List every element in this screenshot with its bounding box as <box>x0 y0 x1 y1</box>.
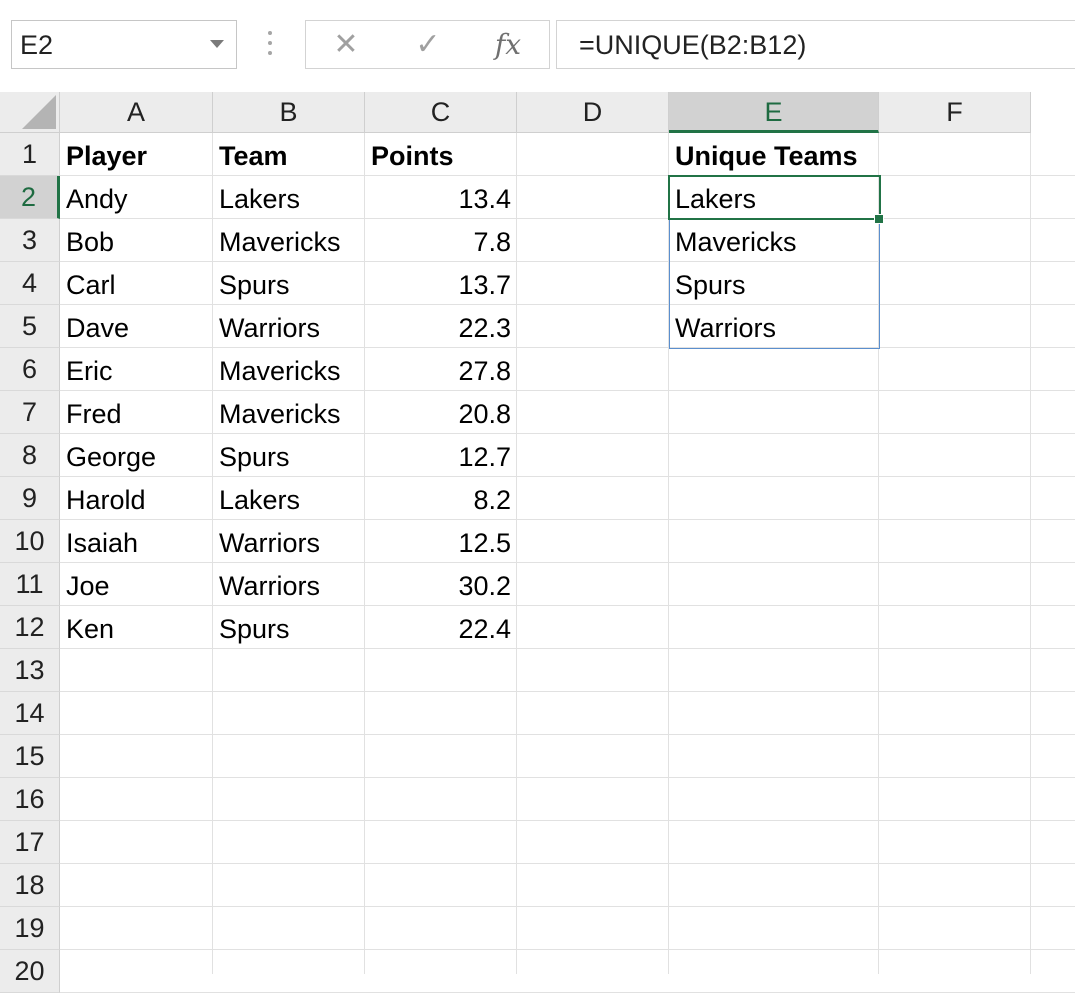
grid-hline <box>60 691 1075 692</box>
insert-function-button[interactable]: fx <box>478 21 538 68</box>
row-header-6[interactable]: 6 <box>0 348 60 391</box>
formula-text[interactable]: =UNIQUE(B2:B12) <box>579 30 806 61</box>
row-header-10[interactable]: 10 <box>0 520 60 563</box>
team-cell[interactable]: Warriors <box>213 563 365 606</box>
close-icon[interactable]: ✕ <box>316 21 376 68</box>
row-header-1[interactable]: 1 <box>0 133 60 176</box>
player-cell[interactable]: Bob <box>60 219 213 262</box>
row-header-14[interactable]: 14 <box>0 692 60 735</box>
row-header-15[interactable]: 15 <box>0 735 60 778</box>
header-cell[interactable]: Player <box>60 133 213 176</box>
column-header-e[interactable]: E <box>669 92 879 133</box>
player-cell[interactable]: Eric <box>60 348 213 391</box>
checkmark-icon[interactable]: ✓ <box>398 21 458 68</box>
chevron-down-icon[interactable] <box>210 40 224 48</box>
row-header-8[interactable]: 8 <box>0 434 60 477</box>
team-cell[interactable]: Spurs <box>213 262 365 305</box>
header-cell[interactable]: Team <box>213 133 365 176</box>
select-all-icon[interactable] <box>22 95 56 129</box>
player-cell[interactable]: Ken <box>60 606 213 649</box>
row-header-9[interactable]: 9 <box>0 477 60 520</box>
row-header-13[interactable]: 13 <box>0 649 60 692</box>
points-cell[interactable]: 27.8 <box>365 348 517 391</box>
name-box-value[interactable]: E2 <box>20 30 53 61</box>
header-cell[interactable]: Points <box>365 133 517 176</box>
row-header-18[interactable]: 18 <box>0 864 60 907</box>
select-all-button[interactable] <box>0 92 60 133</box>
points-cell[interactable]: 30.2 <box>365 563 517 606</box>
column-header-c[interactable]: C <box>365 92 517 133</box>
row-header-12[interactable]: 12 <box>0 606 60 649</box>
row-header-17[interactable]: 17 <box>0 821 60 864</box>
points-cell[interactable]: 13.7 <box>365 262 517 305</box>
column-header-a[interactable]: A <box>60 92 213 133</box>
team-cell[interactable]: Lakers <box>213 176 365 219</box>
name-box[interactable]: E2 <box>11 20 237 69</box>
team-cell[interactable]: Mavericks <box>213 391 365 434</box>
team-cell[interactable]: Lakers <box>213 477 365 520</box>
points-cell[interactable]: 13.4 <box>365 176 517 219</box>
team-cell[interactable]: Spurs <box>213 434 365 477</box>
player-cell[interactable]: Harold <box>60 477 213 520</box>
grid-hline <box>60 906 1075 907</box>
team-cell[interactable]: Mavericks <box>213 219 365 262</box>
grid-hline <box>60 949 1075 950</box>
player-cell[interactable]: Andy <box>60 176 213 219</box>
row-header-3[interactable]: 3 <box>0 219 60 262</box>
drag-handle-icon[interactable] <box>267 31 273 59</box>
grid-vline <box>1030 133 1031 974</box>
team-cell[interactable]: Warriors <box>213 305 365 348</box>
row-header-16[interactable]: 16 <box>0 778 60 821</box>
grid-hline <box>60 734 1075 735</box>
player-cell[interactable]: George <box>60 434 213 477</box>
column-header-b[interactable]: B <box>213 92 365 133</box>
unique-header-cell[interactable]: Unique Teams <box>669 133 879 176</box>
points-cell[interactable]: 8.2 <box>365 477 517 520</box>
grid-hline <box>60 777 1075 778</box>
formula-buttons: ✕ ✓ fx <box>305 20 550 69</box>
formula-input[interactable]: =UNIQUE(B2:B12) <box>556 20 1075 69</box>
row-header-2[interactable]: 2 <box>0 176 60 219</box>
grid-hline <box>60 863 1075 864</box>
row-header-11[interactable]: 11 <box>0 563 60 606</box>
active-cell-border <box>668 175 881 220</box>
fill-handle[interactable] <box>874 214 884 224</box>
row-header-20[interactable]: 20 <box>0 950 60 993</box>
points-cell[interactable]: 12.7 <box>365 434 517 477</box>
points-cell[interactable]: 7.8 <box>365 219 517 262</box>
player-cell[interactable]: Dave <box>60 305 213 348</box>
points-cell[interactable]: 20.8 <box>365 391 517 434</box>
team-cell[interactable]: Spurs <box>213 606 365 649</box>
grid-hline <box>60 820 1075 821</box>
points-cell[interactable]: 22.3 <box>365 305 517 348</box>
points-cell[interactable]: 12.5 <box>365 520 517 563</box>
row-header-19[interactable]: 19 <box>0 907 60 950</box>
player-cell[interactable]: Carl <box>60 262 213 305</box>
player-cell[interactable]: Joe <box>60 563 213 606</box>
row-header-4[interactable]: 4 <box>0 262 60 305</box>
player-cell[interactable]: Isaiah <box>60 520 213 563</box>
team-cell[interactable]: Warriors <box>213 520 365 563</box>
column-header-f[interactable]: F <box>879 92 1031 133</box>
row-header-7[interactable]: 7 <box>0 391 60 434</box>
team-cell[interactable]: Mavericks <box>213 348 365 391</box>
formula-bar: E2 ✕ ✓ fx =UNIQUE(B2:B12) <box>0 0 1075 92</box>
points-cell[interactable]: 22.4 <box>365 606 517 649</box>
column-header-d[interactable]: D <box>517 92 669 133</box>
row-header-5[interactable]: 5 <box>0 305 60 348</box>
player-cell[interactable]: Fred <box>60 391 213 434</box>
